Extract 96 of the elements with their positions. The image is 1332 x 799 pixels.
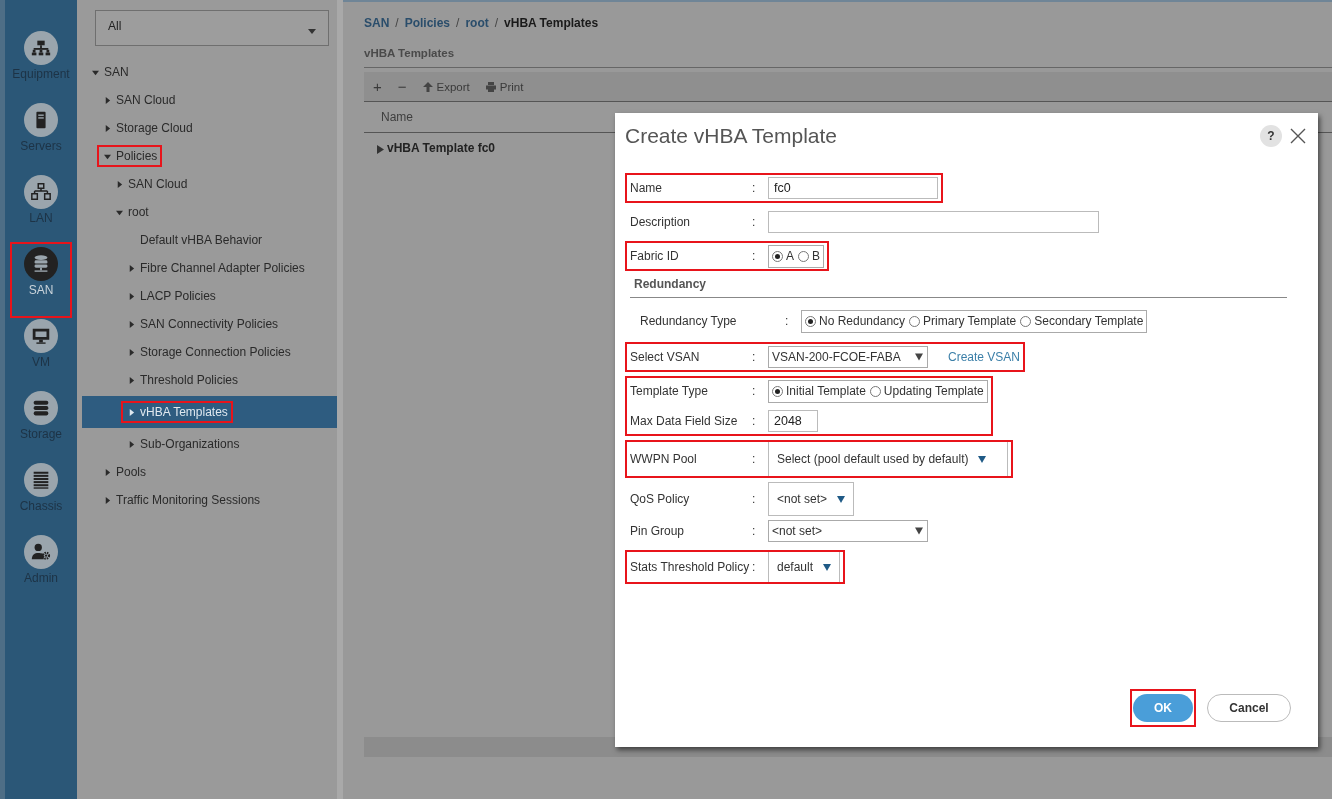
tree-item[interactable]: Default vHBA Behavior [123,231,266,249]
radio-label[interactable]: Initial Template [786,384,866,398]
expanded-caret-icon[interactable] [90,68,100,76]
field-label: Pin Group [630,524,686,538]
tree-item[interactable]: root [111,203,152,221]
section-heading: Redundancy [633,276,707,291]
column-header[interactable]: Name [381,110,413,124]
colon-separator: : [752,350,757,364]
breadcrumb-current: vHBA Templates [504,16,599,30]
field-label: QoS Policy [630,492,691,506]
tree-item[interactable]: Storage Cloud [99,119,196,137]
caret-icon [978,455,987,463]
radio-label[interactable]: No Redundancy [819,314,906,328]
tree-item[interactable]: LACP Policies [123,287,219,305]
caret-icon [823,563,832,571]
colon-separator: : [752,452,757,466]
field-label: Stats Threshold Policy [630,560,751,574]
tree-item[interactable]: Fibre Channel Adapter Policies [123,259,308,277]
collapsed-caret-icon[interactable] [377,145,384,154]
dropdown-value: All [108,19,122,35]
expanded-caret-icon[interactable] [114,208,124,216]
dropdown[interactable]: Select (pool default used by default) [768,440,1008,478]
input-field[interactable] [768,211,1099,233]
colon-separator: : [752,524,757,538]
expanded-caret-icon[interactable] [102,152,112,160]
colon-separator: : [785,314,790,328]
rail-item[interactable]: SAN [12,244,70,316]
caret-icon [915,353,923,361]
breadcrumb-link[interactable]: root [465,16,489,30]
colon-separator: : [752,414,757,428]
field-label: Fabric ID [630,249,680,263]
caret-icon [837,495,846,503]
tree-item[interactable]: Threshold Policies [123,371,242,389]
radio-label[interactable]: B [812,249,821,263]
radio-group[interactable]: No Redundancy Primary Template Secondary Template [801,309,1148,333]
caret-icon [308,29,316,34]
breadcrumb-separator: / [395,16,399,30]
field-label: Template Type [630,384,709,398]
breadcrumb-link[interactable]: SAN [364,16,390,30]
close-icon[interactable] [1290,128,1306,144]
breadcrumb-separator: / [494,16,499,30]
tree-item[interactable]: Policies [99,147,161,165]
tree-item[interactable]: Sub-Organizations [123,435,243,453]
printer-icon [485,81,496,92]
cancel-button[interactable]: Cancel [1207,694,1291,722]
panel-title: vHBA Templates [364,47,1332,68]
create-link[interactable]: Create VSAN [948,350,1021,364]
tree-item[interactable]: SAN [87,63,132,81]
ok-button[interactable]: OK [1133,694,1193,722]
tree-item[interactable]: SAN Connectivity Policies [123,315,282,333]
field-label: Redundancy Type [640,314,738,328]
add-button[interactable]: + [373,78,382,95]
user-gear-icon [30,541,52,563]
colon-separator: : [752,492,757,506]
radio-label[interactable]: Updating Template [883,384,984,398]
network-icon [30,181,52,203]
breadcrumb-link[interactable]: Policies [404,16,451,30]
tree-item[interactable]: SAN Cloud [99,91,179,109]
dropdown[interactable]: VSAN-200-FCOE-FABA [768,346,928,368]
help-button[interactable]: ? [1260,125,1282,147]
radio-label[interactable]: Primary Template [923,314,1017,328]
dropdown[interactable]: <not set> [768,520,928,542]
breadcrumb-separator: / [456,16,460,30]
colon-separator: : [752,181,757,195]
tree-item-selected[interactable]: vHBA Templates [82,396,337,428]
print-button[interactable]: Print [485,80,524,93]
caret-icon [915,527,923,535]
dropdown[interactable]: default [768,550,841,584]
colon-separator: : [752,249,757,263]
radio-group[interactable]: A B [768,244,825,268]
tree-item[interactable]: SAN Cloud [111,175,191,193]
up-arrow-icon [422,81,433,92]
input-field[interactable]: fc0 [768,177,938,199]
dropdown[interactable]: <not set> [768,482,855,516]
export-button[interactable]: Export [422,80,470,93]
tree-item[interactable]: Storage Connection Policies [123,343,294,361]
field-label: Max Data Field Size [630,414,739,428]
table-cell: vHBA Template fc0 [387,141,496,155]
field-label: WWPN Pool [630,452,698,466]
field-label: Name [630,181,663,195]
tree-item[interactable]: vHBA Templates [123,403,231,421]
filter-dropdown[interactable]: All [95,10,329,46]
rail-label: SAN [28,283,54,297]
tree-item[interactable]: Pools [99,463,150,481]
radio-label[interactable]: A [786,249,794,263]
remove-button[interactable]: − [397,78,407,95]
input-field[interactable]: 2048 [768,410,818,432]
field-label: Select VSAN [630,350,701,364]
colon-separator: : [752,215,757,229]
dialog-title: Create vHBA Template [625,124,838,148]
radio-label[interactable]: Secondary Template [1034,314,1144,328]
colon-separator: : [752,384,757,398]
tree-item[interactable]: Traffic Monitoring Sessions [99,491,264,509]
field-label: Description [630,215,692,229]
radio-group[interactable]: Initial Template Updating Template [768,379,988,403]
colon-separator: : [752,560,757,574]
